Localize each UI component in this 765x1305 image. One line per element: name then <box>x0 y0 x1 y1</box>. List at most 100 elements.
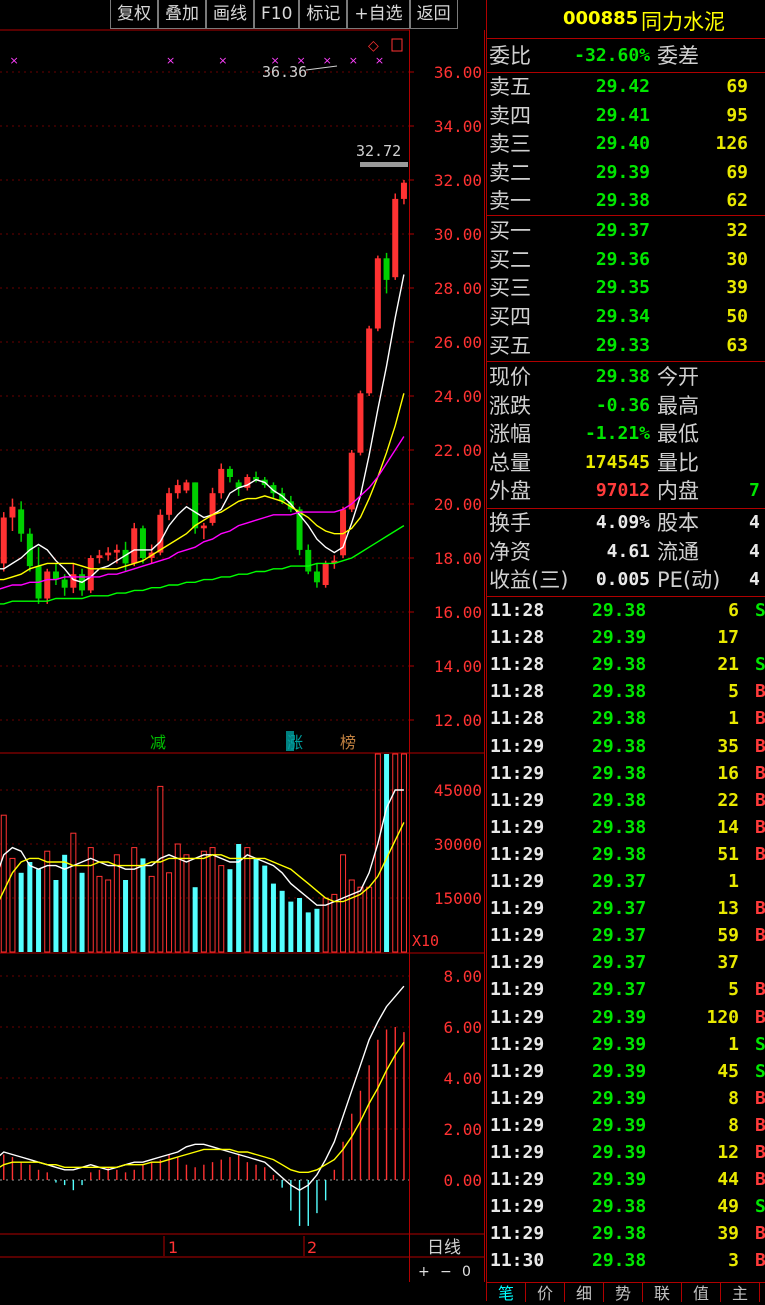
tick-row[interactable]: 11:29 29.38 35 B <box>487 733 765 760</box>
mark-button[interactable]: 标记 <box>299 0 348 29</box>
candle-body <box>44 571 51 599</box>
zoom-control[interactable]: − <box>440 1264 452 1280</box>
bottom-tab[interactable]: 势 <box>604 1283 643 1303</box>
tick-time: 11:29 <box>490 979 545 1001</box>
candle-body <box>113 549 120 553</box>
candle-body <box>9 506 16 518</box>
tick-row[interactable]: 11:29 29.38 14 B <box>487 814 765 841</box>
tick-volume: 3 <box>728 1250 739 1272</box>
fundamental-label: 净资 <box>489 539 531 564</box>
volume-bar <box>36 869 42 952</box>
ask-row: 卖一 29.38 62 <box>487 187 765 215</box>
volume-bar <box>297 898 303 952</box>
draw-line-button[interactable]: 画线 <box>206 0 254 29</box>
tick-row[interactable]: 11:30 29.38 3 B <box>487 1247 765 1274</box>
tick-volume: 49 <box>717 1196 739 1218</box>
tick-time: 11:29 <box>490 1114 545 1136</box>
bid-price: 29.33 <box>595 334 650 356</box>
divider <box>487 361 765 362</box>
weibi-label: 委比 <box>489 44 531 68</box>
tick-price: 29.37 <box>592 898 647 920</box>
volume-bar <box>348 879 355 953</box>
bottom-tab[interactable]: 联 <box>643 1283 682 1303</box>
quote-row: 涨幅 -1.21% 最低 <box>487 420 765 448</box>
candle-body <box>18 509 25 534</box>
fundamental-label: PE(动) <box>657 568 721 592</box>
bottom-tab[interactable]: 主 <box>721 1283 760 1303</box>
tick-row[interactable]: 11:29 29.38 49 S <box>487 1193 765 1220</box>
tick-price: 29.39 <box>592 1142 647 1163</box>
fundamental-value: 0.005 <box>595 569 650 590</box>
tick-row[interactable]: 11:29 29.37 5 B <box>487 976 765 1003</box>
ask-volume: 95 <box>726 104 748 126</box>
fuquan-button[interactable]: 复权 <box>110 0 158 29</box>
overlay-button[interactable]: 叠加 <box>158 0 206 29</box>
volume-bar <box>157 785 164 953</box>
add-favorite-button[interactable]: +自选 <box>347 0 410 29</box>
tick-row[interactable]: 11:29 29.38 22 B <box>487 787 765 814</box>
candle-body <box>313 571 320 583</box>
tick-volume: 22 <box>717 789 739 811</box>
tick-row[interactable]: 11:29 29.37 59 B <box>487 922 765 949</box>
tick-row[interactable]: 11:28 29.38 5 B <box>487 678 765 705</box>
tick-row[interactable]: 11:29 29.39 45 S <box>487 1058 765 1085</box>
tick-row[interactable]: 11:28 29.38 21 S <box>487 651 765 678</box>
price-tick-label: 34.00 <box>434 117 482 136</box>
tick-time: 11:29 <box>490 1087 545 1109</box>
diamond-icon: ◇ <box>368 38 379 54</box>
quote-value: -1.21% <box>584 423 650 445</box>
tick-row[interactable]: 11:29 29.39 1 S <box>487 1031 765 1058</box>
bottom-tab[interactable]: 价 <box>526 1283 565 1303</box>
back-button[interactable]: 返回 <box>409 0 458 29</box>
zoom-control[interactable]: 0 <box>462 1264 471 1280</box>
tick-price: 29.37 <box>592 979 647 1001</box>
tick-side: B <box>755 708 765 730</box>
volume-tick-label: 15000 <box>434 889 482 908</box>
quote-value: 174545 <box>584 451 650 473</box>
fundamental-row: 收益(三) 0.005 PE(动) 4 <box>487 566 765 594</box>
tick-volume: 39 <box>717 1223 739 1245</box>
tick-row[interactable]: 11:29 29.37 37 <box>487 949 765 976</box>
tick-row[interactable]: 11:29 29.39 12 B <box>487 1139 765 1166</box>
candle-body <box>61 579 68 588</box>
tick-row[interactable]: 11:29 29.37 1 <box>487 868 765 895</box>
bottom-tab[interactable]: 笔 <box>487 1283 526 1303</box>
bid-label: 买二 <box>489 247 531 272</box>
tick-row[interactable]: 11:29 29.39 120 B <box>487 1004 765 1031</box>
tick-row[interactable]: 11:29 29.38 51 B <box>487 841 765 868</box>
tick-price: 29.37 <box>592 925 647 947</box>
tick-row[interactable]: 11:29 29.38 39 B <box>487 1220 765 1247</box>
ask-volume: 69 <box>726 161 748 183</box>
tick-row[interactable]: 11:28 29.39 17 <box>487 624 765 651</box>
tick-side: B <box>755 789 765 811</box>
f10-button[interactable]: F10 <box>254 0 300 29</box>
chart-toolbar: 复权 叠加 画线 F10 标记 +自选 返回 <box>110 0 458 30</box>
tick-time: 11:28 <box>490 654 545 676</box>
bid-volume: 39 <box>726 277 748 299</box>
volume-bar <box>79 872 85 952</box>
zoom-control[interactable]: + <box>418 1264 430 1280</box>
price-tick-label: 36.00 <box>434 63 482 82</box>
tick-row[interactable]: 11:28 29.38 1 B <box>487 705 765 732</box>
ask-price: 29.38 <box>595 190 650 211</box>
price-level-bar <box>360 162 408 167</box>
quote-label: 最高 <box>657 393 699 418</box>
tick-volume: 8 <box>728 1114 739 1136</box>
tick-row[interactable]: 11:29 29.37 13 B <box>487 895 765 922</box>
tick-row[interactable]: 11:29 29.39 8 B <box>487 1085 765 1112</box>
ask-row: 卖五 29.42 69 <box>487 73 765 101</box>
tick-row[interactable]: 11:29 29.38 16 B <box>487 760 765 787</box>
candle-body <box>383 258 390 280</box>
tick-volume: 45 <box>717 1060 739 1082</box>
bottom-tab[interactable]: 细 <box>565 1283 604 1303</box>
tick-row[interactable]: 11:28 29.38 6 S <box>487 597 765 624</box>
candle-body <box>139 528 146 558</box>
tick-row[interactable]: 11:29 29.39 44 B <box>487 1166 765 1193</box>
bottom-tab[interactable]: 值 <box>682 1283 721 1303</box>
candle-body <box>192 482 199 529</box>
tick-price: 29.39 <box>592 1033 647 1055</box>
tick-row[interactable]: 11:29 29.39 8 B <box>487 1112 765 1139</box>
tick-volume: 37 <box>717 952 739 974</box>
price-tick-label: 32.00 <box>434 171 482 190</box>
tick-price: 29.38 <box>592 1223 647 1245</box>
